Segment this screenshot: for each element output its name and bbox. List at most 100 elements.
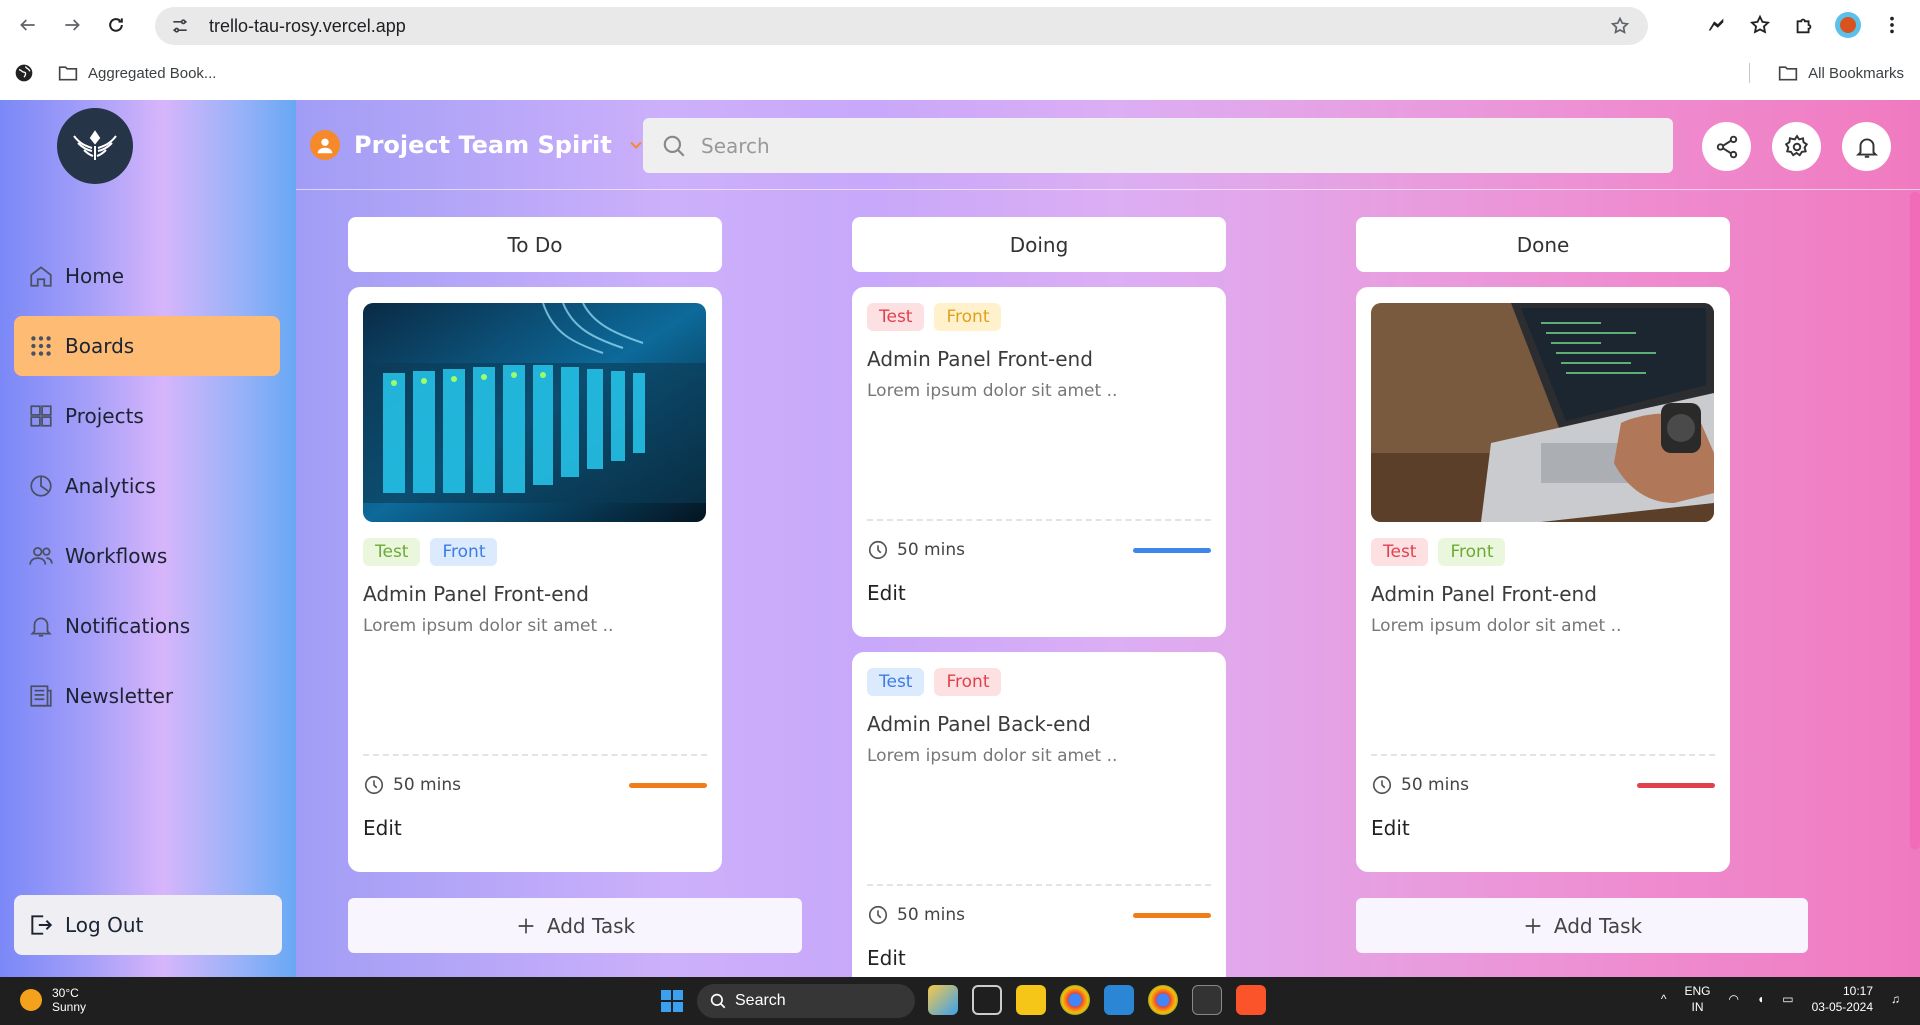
sidebar-item-label: Workflows (65, 544, 168, 568)
card-divider (363, 754, 707, 756)
settings-button[interactable] (1772, 122, 1821, 171)
pie-chart-icon (30, 475, 52, 497)
address-bar[interactable]: trello-tau-rosy.vercel.app (155, 7, 1648, 45)
column-todo: To Do Test Front Admin Panel Front-end L… (348, 217, 722, 872)
card-description: Lorem ipsum dolor sit amet .. (867, 746, 1118, 766)
tag-test[interactable]: Test (1371, 538, 1429, 566)
taskbar-search[interactable]: Search (697, 984, 915, 1018)
wifi-icon[interactable]: ◠ (1729, 992, 1739, 1006)
column-done: Done Test Front Admin Panel Front-end Lo… (1356, 217, 1730, 872)
globe-icon[interactable] (14, 63, 34, 83)
tag-front[interactable]: Front (430, 538, 498, 566)
all-bookmarks[interactable]: All Bookmarks (1778, 64, 1904, 82)
team-switcher[interactable]: Project Team Spirit (310, 130, 646, 160)
task-card[interactable]: Test Front Admin Panel Front-end Lorem i… (1356, 287, 1730, 872)
browser-actions (1698, 5, 1920, 45)
chrome-profile-icon[interactable] (1148, 985, 1178, 1015)
logout-button[interactable]: Log Out (14, 895, 282, 955)
tag-test[interactable]: Test (867, 668, 925, 696)
card-image-laptop (1371, 303, 1714, 522)
edit-button[interactable]: Edit (363, 816, 707, 840)
sun-icon (20, 989, 42, 1011)
sidebar-item-boards[interactable]: Boards (14, 316, 280, 376)
task-view-icon[interactable] (972, 985, 1002, 1015)
edit-button[interactable]: Edit (1371, 816, 1715, 840)
team-name: Project Team Spirit (354, 131, 612, 159)
notifications-button[interactable] (1842, 122, 1891, 171)
puzzle-icon[interactable] (1786, 5, 1822, 45)
tag-front[interactable]: Front (1438, 538, 1506, 566)
brave-icon[interactable] (1236, 985, 1266, 1015)
language-indicator[interactable]: ENG IN (1685, 983, 1711, 1015)
card-tags: Test Front (363, 538, 707, 566)
clock-icon (1372, 775, 1392, 795)
app-logo[interactable] (57, 108, 133, 184)
folder-icon (58, 66, 78, 81)
task-card[interactable]: Test Front Admin Panel Back-end Lorem ip… (852, 652, 1226, 977)
tag-test[interactable]: Test (363, 538, 421, 566)
card-description: Lorem ipsum dolor sit amet .. (867, 381, 1118, 401)
card-title: Admin Panel Front-end (363, 582, 589, 606)
volume-icon[interactable]: ◖ (1757, 992, 1764, 1006)
sidebar-item-home[interactable]: Home (14, 246, 280, 306)
task-card[interactable]: Test Front Admin Panel Front-end Lorem i… (348, 287, 722, 872)
card-title: Admin Panel Front-end (867, 347, 1093, 371)
card-progress (1133, 547, 1211, 553)
extension-icon[interactable] (1698, 5, 1734, 45)
edit-button[interactable]: Edit (867, 581, 1211, 605)
terminal-icon[interactable] (1192, 985, 1222, 1015)
sidebar-item-notifications[interactable]: Notifications (14, 596, 280, 656)
sidebar-item-analytics[interactable]: Analytics (14, 456, 280, 516)
tag-front[interactable]: Front (934, 303, 1002, 331)
sidebar: Home Boards Projects Analytics Workflows… (0, 100, 296, 977)
sidebar-nav: Home Boards Projects Analytics Workflows… (14, 246, 280, 736)
reload-button[interactable] (94, 3, 138, 47)
board-scrollbar[interactable] (1910, 192, 1920, 849)
share-button[interactable] (1702, 122, 1751, 171)
logout-icon (31, 915, 53, 935)
add-task-button[interactable]: Add Task (1356, 898, 1808, 953)
card-divider (867, 519, 1211, 521)
card-title: Admin Panel Front-end (1371, 582, 1597, 606)
back-button[interactable] (6, 3, 50, 47)
card-title: Admin Panel Back-end (867, 712, 1091, 736)
bookmark-star-icon[interactable] (1610, 16, 1630, 36)
vscode-icon[interactable] (1104, 985, 1134, 1015)
battery-icon[interactable]: ▭ (1782, 992, 1793, 1006)
menu-dots-icon[interactable] (1874, 5, 1910, 45)
app-root: Home Boards Projects Analytics Workflows… (0, 100, 1920, 977)
tag-front[interactable]: Front (934, 668, 1002, 696)
windows-start-icon[interactable] (661, 990, 683, 1012)
column-title: Doing (852, 217, 1226, 272)
profile-avatar[interactable] (1830, 5, 1866, 45)
copilot-icon[interactable] (928, 985, 958, 1015)
card-time-label: 50 mins (897, 540, 965, 560)
notification-bell-icon[interactable]: ♫ (1891, 992, 1900, 1006)
clock-icon (364, 775, 384, 795)
add-task-button[interactable]: Add Task (348, 898, 802, 953)
site-info-icon[interactable] (169, 15, 191, 37)
task-card[interactable]: Test Front Admin Panel Front-end Lorem i… (852, 287, 1226, 637)
tag-test[interactable]: Test (867, 303, 925, 331)
chevron-up-icon[interactable]: ^ (1661, 992, 1667, 1006)
column-doing: Doing Test Front Admin Panel Front-end L… (852, 217, 1226, 977)
card-time: 50 mins (363, 774, 461, 796)
sidebar-item-newsletter[interactable]: Newsletter (14, 666, 280, 726)
forward-button[interactable] (50, 3, 94, 47)
card-tags: Test Front (867, 668, 1211, 696)
newspaper-icon (30, 685, 52, 707)
file-explorer-icon[interactable] (1016, 985, 1046, 1015)
chrome-icon[interactable] (1060, 985, 1090, 1015)
weather-widget[interactable]: 30°C Sunny (20, 986, 86, 1014)
edit-button[interactable]: Edit (867, 946, 1211, 970)
star-icon[interactable] (1742, 5, 1778, 45)
clock[interactable]: 10:17 03-05-2024 (1812, 983, 1873, 1015)
sidebar-item-projects[interactable]: Projects (14, 386, 280, 446)
card-meta: 50 mins (363, 774, 707, 796)
plus-icon (1525, 918, 1541, 933)
sidebar-item-workflows[interactable]: Workflows (14, 526, 280, 586)
sidebar-item-label: Notifications (65, 614, 191, 638)
bookmark-folder[interactable]: Aggregated Book... (58, 64, 216, 82)
search-input[interactable] (701, 133, 1601, 158)
team-avatar (310, 130, 340, 160)
